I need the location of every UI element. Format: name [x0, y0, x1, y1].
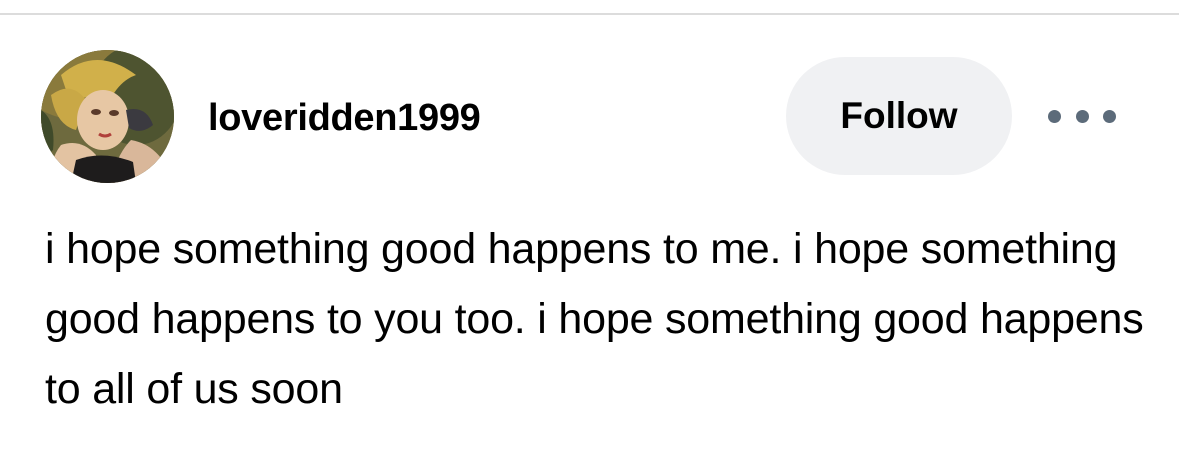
avatar[interactable] [41, 50, 174, 183]
avatar-image [41, 50, 174, 183]
follow-button[interactable]: Follow [786, 57, 1012, 175]
username[interactable]: loveridden1999 [208, 96, 481, 140]
dot-icon [1048, 109, 1061, 123]
more-options-icon[interactable] [1048, 102, 1116, 130]
dot-icon [1075, 109, 1089, 123]
dot-icon [1103, 109, 1116, 123]
top-divider [0, 13, 1179, 15]
post-body-text: i hope something good happens to me. i h… [45, 225, 1144, 413]
